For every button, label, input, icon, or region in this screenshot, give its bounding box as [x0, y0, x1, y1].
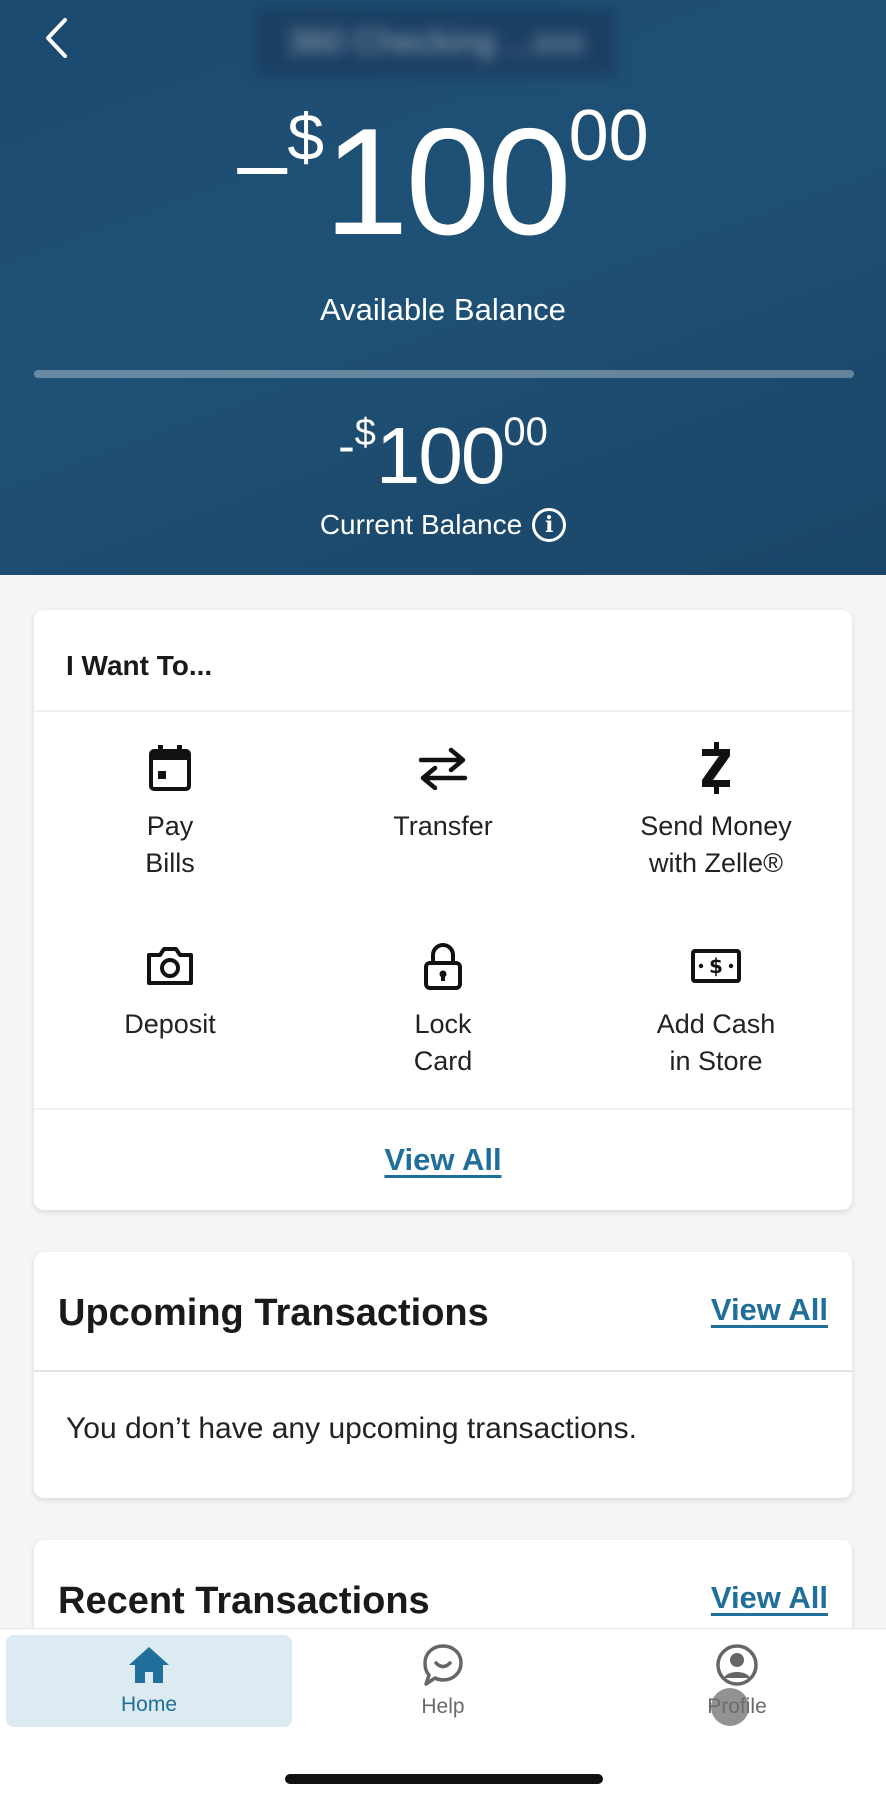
header-divider: [34, 370, 854, 378]
nav-help-label: Help: [421, 1695, 465, 1718]
balance-header: 360 Checking ...xxx –$10000 Available Ba…: [0, 0, 886, 575]
action-label: Bills: [145, 848, 195, 878]
nav-help[interactable]: Help: [300, 1635, 586, 1727]
touch-indicator: [711, 1688, 749, 1726]
camera-icon: [147, 947, 193, 985]
current-balance-amount: -$10000: [338, 410, 548, 500]
lock-icon: [424, 943, 462, 990]
home-icon: [129, 1647, 169, 1683]
nav-home[interactable]: Home: [6, 1635, 292, 1727]
back-button[interactable]: [36, 14, 76, 62]
divider: [34, 1370, 852, 1372]
send-money-zelle-action[interactable]: Send Money with Zelle®: [580, 742, 852, 882]
recent-transactions-title: Recent Transactions: [58, 1580, 430, 1622]
available-balance-amount: –$10000: [237, 96, 649, 267]
action-label: Deposit: [124, 1009, 216, 1039]
available-balance-label: Available Balance: [320, 292, 566, 327]
zelle-icon: [702, 742, 730, 794]
calendar-icon: [149, 745, 191, 791]
account-name: 360 Checking ...xxx: [256, 8, 616, 76]
nav-home-label: Home: [120, 1693, 178, 1716]
add-cash-action[interactable]: $ Add Cash in Store: [580, 940, 852, 1080]
action-label: with Zelle®: [649, 848, 783, 878]
action-label: Pay: [146, 811, 194, 841]
upcoming-view-all-link[interactable]: View All: [711, 1292, 828, 1328]
home-indicator[interactable]: [285, 1774, 603, 1784]
action-label: Add Cash: [656, 1009, 776, 1039]
upcoming-empty-message: You don’t have any upcoming transactions…: [66, 1412, 637, 1445]
info-icon[interactable]: i: [532, 508, 567, 542]
transfer-arrows-icon: [418, 747, 468, 790]
action-label: Card: [413, 1046, 473, 1076]
upcoming-transactions-title: Upcoming Transactions: [58, 1292, 489, 1334]
recent-view-all-link[interactable]: View All: [711, 1580, 828, 1616]
svg-text:$: $: [709, 954, 723, 978]
divider: [34, 710, 852, 712]
lock-card-action[interactable]: Lock Card: [307, 940, 579, 1080]
pay-bills-action[interactable]: Pay Bills: [34, 742, 306, 882]
chat-bubble-icon: [423, 1644, 463, 1686]
divider: [34, 1108, 852, 1110]
deposit-action[interactable]: Deposit: [34, 940, 306, 1043]
transfer-action[interactable]: Transfer: [307, 742, 579, 845]
action-label: Lock: [414, 1009, 472, 1039]
action-label: Transfer: [393, 811, 493, 841]
chevron-left-icon: [46, 18, 67, 58]
i-want-to-title: I Want To...: [66, 650, 213, 681]
user-circle-icon: [716, 1644, 758, 1686]
action-label: in Store: [669, 1046, 763, 1076]
current-balance-label: Current Balance: [319, 509, 523, 540]
i-want-to-card: I Want To... Pay Bills Transfer Send Mon…: [34, 610, 852, 1210]
current-balance-row: Current Balance i: [0, 508, 886, 542]
upcoming-transactions-card: Upcoming Transactions View All You don’t…: [34, 1252, 852, 1498]
i-want-to-view-all-link[interactable]: View All: [34, 1142, 852, 1178]
action-label: Send Money: [640, 811, 792, 841]
cash-icon: $: [691, 949, 741, 983]
